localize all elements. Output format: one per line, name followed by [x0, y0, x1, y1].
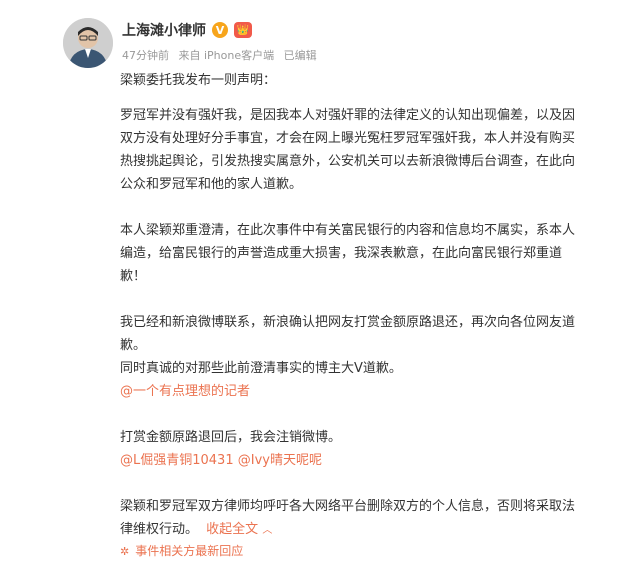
post-meta: 47分钟前 来自 iPhone客户端 已编辑 [122, 47, 323, 63]
post-content: 梁颖委托我发布一则声明： 罗冠军并没有强奸我，是因我本人对强奸罪的法律定义的认知… [120, 69, 620, 563]
paragraph-2: 本人梁颖郑重澄清，在此次事件中有关富民银行的内容和信息均不属实，系本人 编造，给… [120, 223, 576, 284]
paragraph-3: 我已经和新浪微博联系，新浪确认把网友打赏金额原路退还，再次向各位网友道 歉。 同… [120, 315, 576, 399]
collapse-text-button[interactable]: 收起全文 ︿ [206, 522, 272, 537]
avatar-image [63, 18, 113, 68]
author-row: 上海滩小律师 V 👑 [122, 20, 252, 40]
chevron-up-icon: ︿ [262, 525, 273, 536]
author-name[interactable]: 上海滩小律师 [122, 20, 206, 40]
member-crown-icon: 👑 [234, 22, 252, 38]
post-source: 来自 iPhone客户端 [178, 49, 275, 62]
mention-link[interactable]: @Ivy晴天呢呢 [238, 453, 322, 468]
paragraph-4: 打赏金额原路退回后，我会注销微博。 @L倔强青铜10431 @Ivy晴天呢呢 [120, 430, 342, 468]
avatar[interactable] [63, 18, 113, 68]
mention-link[interactable]: @L倔强青铜10431 [120, 453, 234, 468]
post-time[interactable]: 47分钟前 [122, 49, 169, 62]
related-topic-link[interactable]: ✲ 事件相关方最新回应 [120, 540, 620, 563]
intro-text: 梁颖委托我发布一则声明： [120, 73, 277, 88]
paragraph-5: 梁颖和罗冠军双方律师均呼吁各大网络平台删除双方的个人信息，否则将采取法 律维权行… [120, 495, 620, 542]
edited-label[interactable]: 已编辑 [284, 49, 317, 62]
topic-star-icon: ✲ [120, 545, 130, 558]
paragraph-1: 罗冠军并没有强奸我，是因我本人对强奸罪的法律定义的认知出现偏差，以及因 双方没有… [120, 108, 576, 192]
mention-link[interactable]: @一个有点理想的记者 [120, 384, 250, 399]
verified-badge-icon: V [212, 22, 228, 38]
